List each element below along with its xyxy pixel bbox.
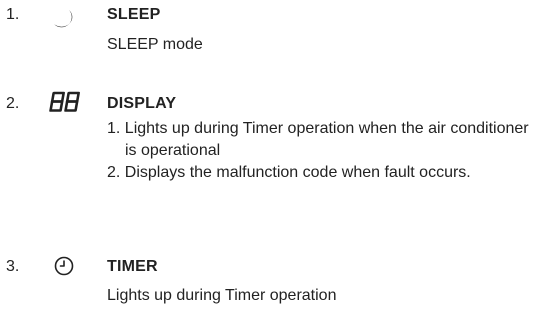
item-timer: 3. TIMER Lights up during Timer operatio…: [0, 0, 540, 322]
clock-icon: [54, 256, 74, 276]
item-number: 3.: [6, 258, 20, 275]
item-title: TIMER: [107, 258, 158, 275]
item-description: Lights up during Timer operation: [107, 287, 337, 304]
